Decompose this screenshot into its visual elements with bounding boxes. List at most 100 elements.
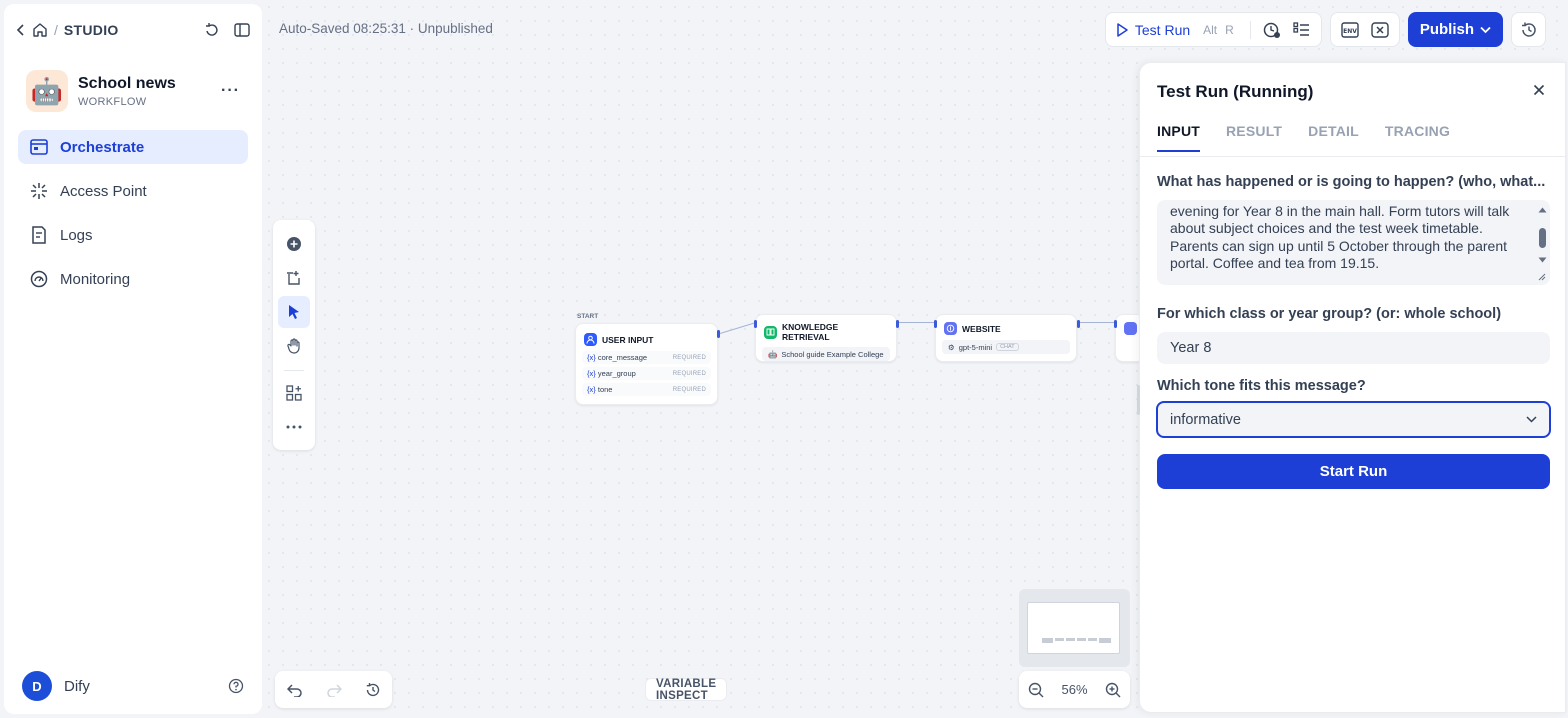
tab-detail[interactable]: DETAIL bbox=[1308, 123, 1359, 152]
sidebar-item-access-point[interactable]: Access Point bbox=[18, 174, 248, 208]
undo-icon[interactable] bbox=[286, 683, 303, 697]
tone-select[interactable]: informative bbox=[1156, 401, 1551, 438]
resize-grip-icon bbox=[1538, 273, 1546, 281]
checklist-run-icon[interactable] bbox=[1263, 21, 1281, 39]
tool-palette bbox=[273, 220, 315, 450]
organize-nodes-button[interactable] bbox=[278, 377, 310, 409]
core-message-textarea[interactable]: evening for Year 8 in the main hall. For… bbox=[1157, 200, 1550, 285]
avatar[interactable]: D bbox=[22, 671, 52, 701]
divider bbox=[1140, 156, 1565, 157]
tone-value: informative bbox=[1170, 411, 1241, 428]
core-message-label: What has happened or is going to happen?… bbox=[1157, 174, 1546, 190]
home-icon[interactable] bbox=[32, 22, 48, 38]
breadcrumb: / STUDIO bbox=[16, 22, 119, 38]
edge bbox=[899, 322, 935, 323]
sidebar-footer: D Dify bbox=[4, 658, 262, 714]
hand-mode-button[interactable] bbox=[278, 330, 310, 362]
more-tools-button[interactable] bbox=[278, 411, 310, 443]
robot-icon: 🤖 bbox=[768, 349, 778, 359]
zoom-out-icon[interactable] bbox=[1028, 682, 1044, 698]
plus-circle-icon bbox=[286, 236, 302, 252]
more-icon[interactable]: ··· bbox=[221, 82, 240, 100]
year-group-value: Year 8 bbox=[1170, 340, 1212, 356]
scroll-thumb[interactable] bbox=[1539, 228, 1546, 248]
publish-label: Publish bbox=[1419, 21, 1474, 38]
tab-result[interactable]: RESULT bbox=[1226, 123, 1282, 152]
grid-add-icon bbox=[286, 385, 302, 401]
variable-inspect-button[interactable]: VARIABLE INSPECT bbox=[645, 678, 728, 702]
panel-tabs: INPUT RESULT DETAIL TRACING bbox=[1157, 123, 1450, 152]
robot-icon: 🤖 bbox=[26, 70, 68, 112]
user-input-node[interactable]: USER INPUT {x} core_message REQUIRED {x}… bbox=[575, 323, 718, 405]
sidebar: / STUDIO 🤖 School news WORKFLOW ··· Orch… bbox=[4, 4, 262, 714]
history-icon[interactable] bbox=[365, 682, 381, 698]
breadcrumb-separator: / bbox=[54, 22, 58, 38]
scroll-down-icon bbox=[1538, 257, 1547, 263]
edge bbox=[1080, 322, 1116, 323]
checklist-icon[interactable] bbox=[1293, 21, 1311, 38]
variable-row: {x} tone REQUIRED bbox=[582, 383, 711, 396]
tone-label: Which tone fits this message? bbox=[1157, 378, 1366, 394]
node-input-port[interactable] bbox=[934, 320, 937, 328]
zoom-level[interactable]: 56% bbox=[1061, 682, 1087, 697]
sidebar-item-logs[interactable]: Logs bbox=[18, 218, 248, 252]
collapse-sidebar-icon[interactable] bbox=[234, 23, 250, 37]
divider bbox=[1249, 20, 1251, 39]
add-node-button[interactable] bbox=[278, 228, 310, 260]
knowledge-retrieval-node[interactable]: KNOWLEDGE RETRIEVAL 🤖 School guide Examp… bbox=[755, 314, 897, 362]
monitoring-icon bbox=[30, 270, 48, 288]
divider bbox=[284, 370, 304, 371]
user-name[interactable]: Dify bbox=[64, 678, 90, 695]
variable-row: {x} year_group REQUIRED bbox=[582, 367, 711, 380]
model-row: ⚙ gpt-5-mini CHAT bbox=[942, 340, 1070, 354]
history-icon bbox=[1520, 21, 1538, 39]
autosave-status: Auto-Saved 08:25:31 · Unpublished bbox=[279, 21, 493, 36]
chevron-left-icon[interactable] bbox=[16, 24, 26, 36]
app-card[interactable]: 🤖 School news WORKFLOW ··· bbox=[4, 56, 262, 122]
cursor-icon bbox=[287, 304, 301, 320]
knowledge-icon bbox=[764, 325, 777, 339]
pointer-mode-button[interactable] bbox=[278, 296, 310, 328]
node-input-port[interactable] bbox=[754, 320, 757, 328]
tab-input[interactable]: INPUT bbox=[1157, 123, 1200, 152]
hand-icon bbox=[286, 338, 302, 354]
redo-icon[interactable] bbox=[326, 683, 342, 697]
test-run-button[interactable]: Test Run Alt R bbox=[1116, 22, 1238, 38]
publish-button[interactable]: Publish bbox=[1407, 12, 1503, 47]
start-run-button[interactable]: Start Run bbox=[1157, 454, 1550, 489]
more-icon bbox=[286, 425, 302, 429]
version-history-button[interactable] bbox=[1511, 12, 1546, 47]
sidebar-item-label: Access Point bbox=[60, 182, 147, 200]
sidebar-item-label: Orchestrate bbox=[60, 138, 145, 156]
variable-row: {x} core_message REQUIRED bbox=[582, 351, 711, 364]
close-icon[interactable] bbox=[1533, 84, 1545, 96]
conversation-variables-icon[interactable] bbox=[1371, 21, 1389, 38]
year-group-label: For which class or year group? (or: whol… bbox=[1157, 306, 1502, 322]
svg-text:ENV: ENV bbox=[1343, 28, 1357, 35]
website-llm-node[interactable]: WEBSITE ⚙ gpt-5-mini CHAT bbox=[935, 314, 1077, 362]
help-icon[interactable] bbox=[228, 678, 244, 694]
model-icon: ⚙ bbox=[948, 342, 955, 352]
run-tools-group: Test Run Alt R bbox=[1104, 12, 1322, 47]
knowledge-dataset: 🤖 School guide Example College bbox=[762, 347, 890, 361]
breadcrumb-studio[interactable]: STUDIO bbox=[64, 22, 119, 38]
sidebar-item-orchestrate[interactable]: Orchestrate bbox=[18, 130, 248, 164]
zoom-in-icon[interactable] bbox=[1105, 682, 1121, 698]
add-note-button[interactable] bbox=[278, 262, 310, 294]
panel-resize-handle[interactable] bbox=[1137, 385, 1140, 415]
sidebar-header: / STUDIO bbox=[4, 4, 262, 56]
textarea-scrollbar[interactable] bbox=[1535, 203, 1549, 281]
tab-tracing[interactable]: TRACING bbox=[1385, 123, 1450, 152]
zoom-controls: 56% bbox=[1019, 671, 1130, 708]
year-group-input[interactable]: Year 8 bbox=[1157, 332, 1550, 364]
llm-icon bbox=[944, 322, 957, 335]
rerun-icon[interactable] bbox=[204, 22, 220, 38]
env-variables-icon[interactable]: ENV bbox=[1341, 21, 1359, 38]
shortcut-hint: Alt R bbox=[1203, 22, 1234, 37]
sidebar-nav: Orchestrate Access Point Logs Monitoring bbox=[4, 122, 262, 314]
minimap[interactable] bbox=[1019, 589, 1130, 667]
test-run-label: Test Run bbox=[1134, 21, 1191, 38]
node-title: USER INPUT bbox=[602, 334, 654, 345]
node-input-port[interactable] bbox=[1114, 320, 1117, 328]
sidebar-item-monitoring[interactable]: Monitoring bbox=[18, 262, 248, 296]
